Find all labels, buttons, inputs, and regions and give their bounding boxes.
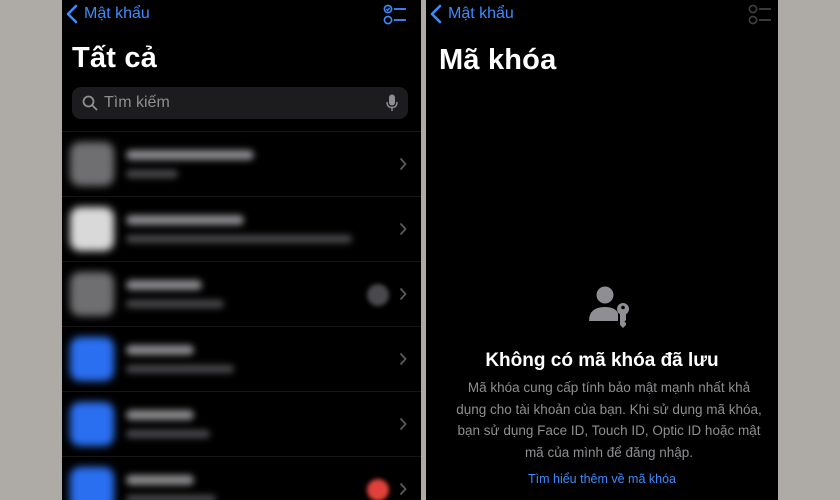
page-title: Tất cả xyxy=(72,42,158,74)
list-item[interactable] xyxy=(62,261,421,326)
chevron-right-icon xyxy=(399,287,407,301)
list-item[interactable] xyxy=(62,326,421,391)
chevron-right-icon xyxy=(399,482,407,496)
list-item[interactable] xyxy=(62,391,421,456)
list-item[interactable] xyxy=(62,456,421,500)
status-badge xyxy=(367,479,389,500)
site-icon xyxy=(70,142,114,186)
chevron-right-icon xyxy=(399,222,407,236)
blurred-text xyxy=(126,280,224,308)
chevron-left-icon xyxy=(430,4,442,24)
back-label: Mật khẩu xyxy=(84,5,150,22)
search-input[interactable] xyxy=(104,94,386,112)
empty-state-description: Mã khóa cung cấp tính bảo mật mạnh nhất … xyxy=(456,380,762,460)
empty-state-title: Không có mã khóa đã lưu xyxy=(485,350,719,371)
checklist-icon xyxy=(748,4,771,25)
list-item[interactable] xyxy=(62,196,421,261)
checklist-icon[interactable] xyxy=(383,4,407,26)
search-bar[interactable] xyxy=(72,87,408,119)
site-icon xyxy=(70,272,114,316)
chevron-left-icon xyxy=(66,4,78,24)
blurred-text xyxy=(126,345,234,373)
list-item[interactable] xyxy=(62,131,421,196)
blurred-text xyxy=(126,150,254,178)
microphone-icon[interactable] xyxy=(386,94,398,112)
password-list xyxy=(62,131,421,500)
back-button[interactable]: Mật khẩu xyxy=(430,4,514,24)
blurred-text xyxy=(126,215,352,243)
facebook-icon xyxy=(70,337,114,381)
learn-more-link[interactable]: Tìm hiểu thêm về mã khóa xyxy=(426,472,778,486)
facebook-icon xyxy=(70,467,114,500)
blurred-text xyxy=(126,410,210,438)
chevron-right-icon xyxy=(399,417,407,431)
chevron-right-icon xyxy=(399,157,407,171)
back-button[interactable]: Mật khẩu xyxy=(66,4,150,24)
person-key-icon xyxy=(589,286,629,328)
blurred-text xyxy=(126,475,216,500)
passkeys-screen: Mật khẩu Mã khóa Không có mã khóa đã lưu… xyxy=(426,0,778,500)
status-badge xyxy=(367,284,389,306)
magnifier-icon xyxy=(82,95,98,111)
back-label: Mật khẩu xyxy=(448,5,514,22)
passwords-all-screen: Mật khẩu Tất cả xyxy=(62,0,421,500)
page-title: Mã khóa xyxy=(439,44,557,76)
chevron-right-icon xyxy=(399,352,407,366)
facebook-icon xyxy=(70,402,114,446)
site-icon xyxy=(70,207,114,251)
